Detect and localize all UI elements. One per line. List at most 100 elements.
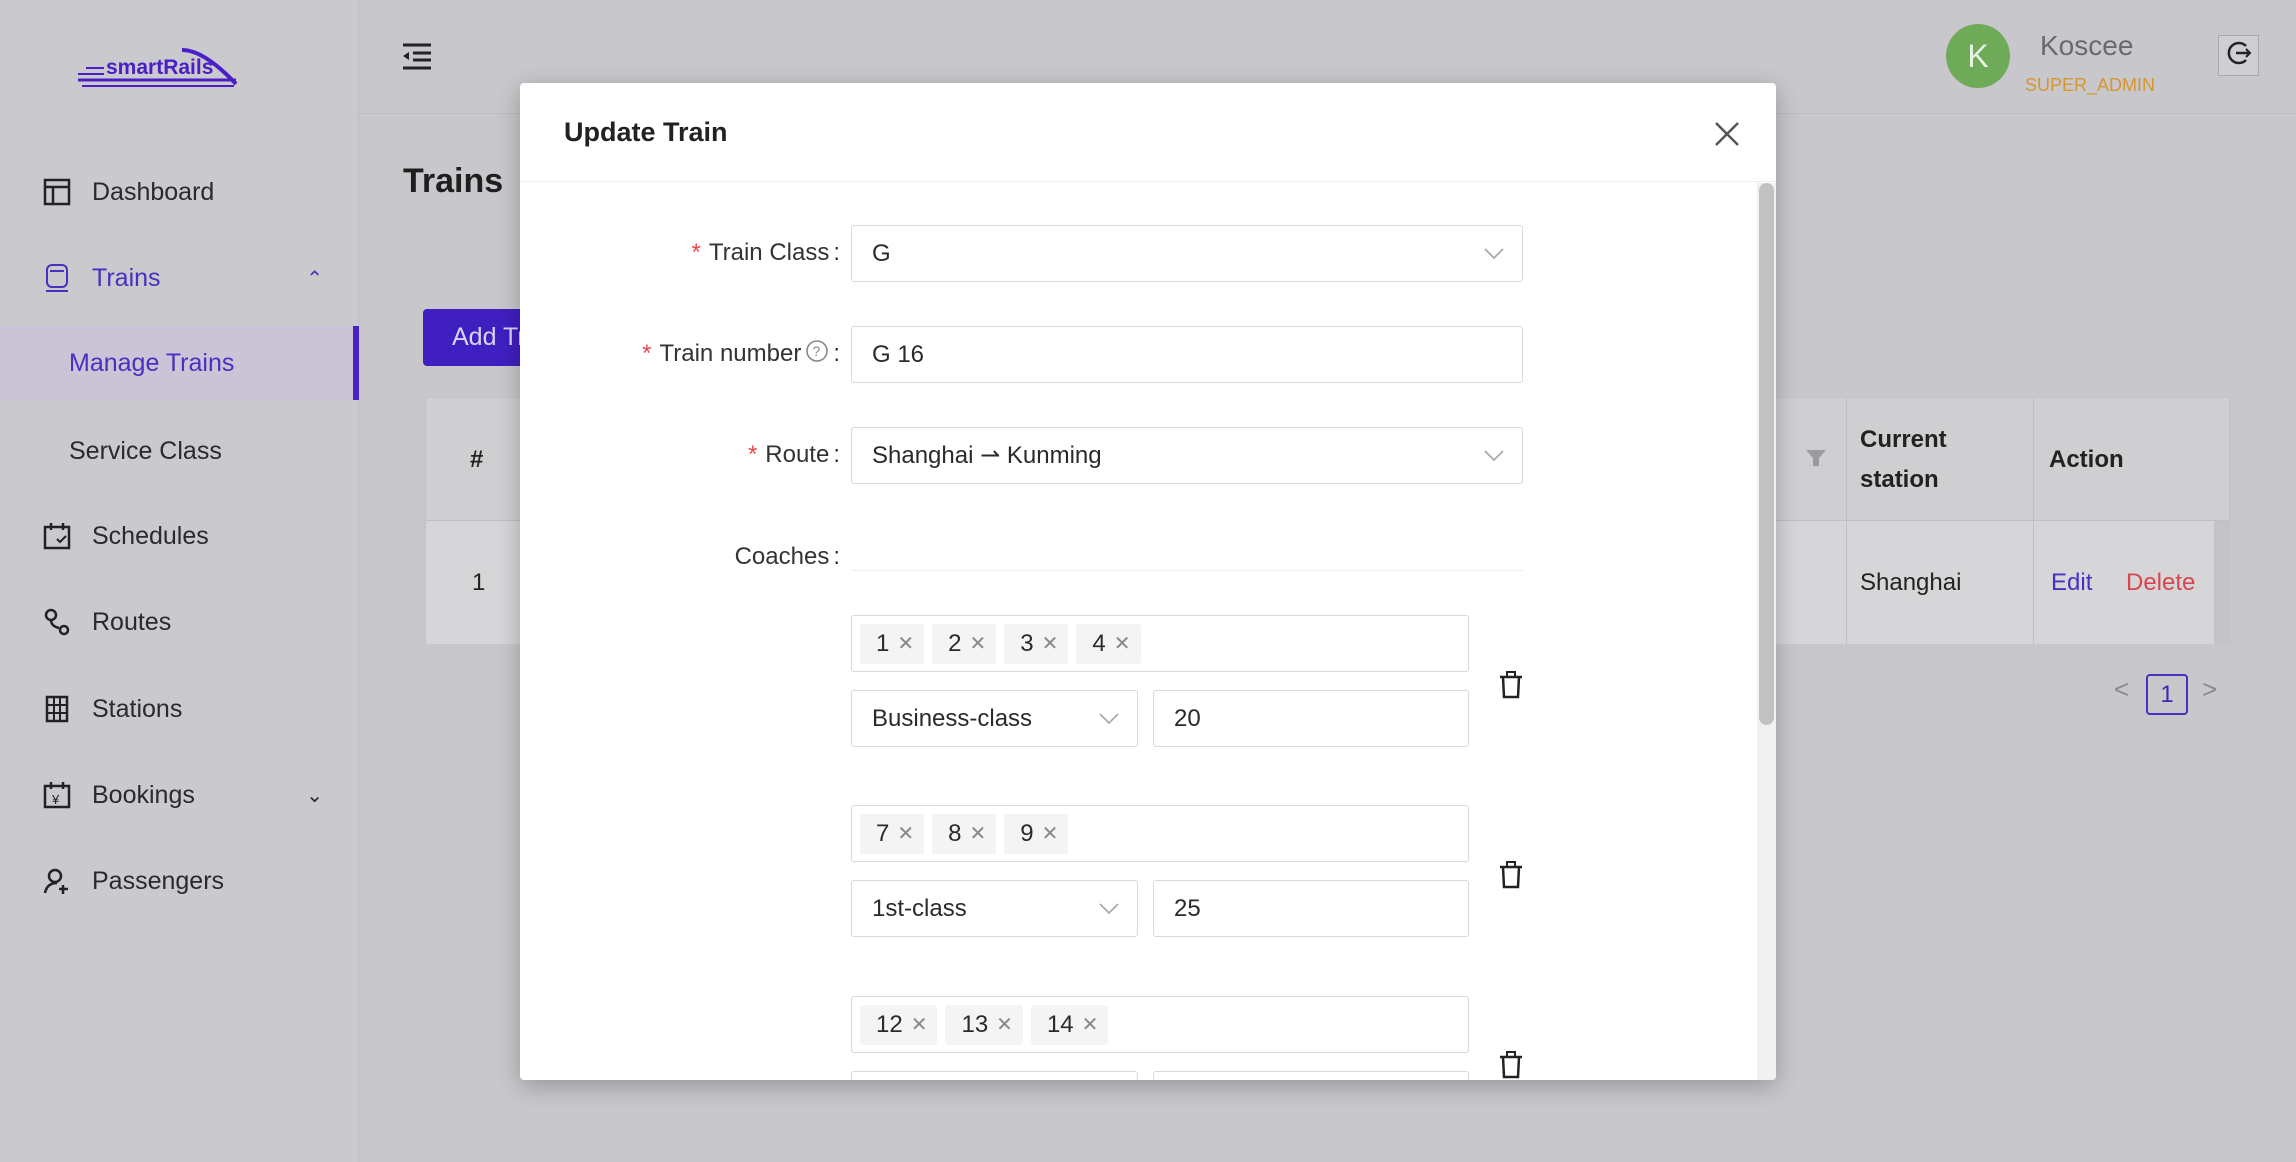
coach-tag: 8 ✕ [932,813,997,854]
train-number-label: * Train number?: [520,326,840,382]
coach-tag: 2 ✕ [932,623,997,664]
user-name: Koscee [2040,30,2134,61]
layout-icon [42,177,72,207]
remove-tag-icon[interactable]: ✕ [969,821,986,846]
sidebar-item-label: Manage Trains [69,348,235,377]
remove-tag-icon[interactable]: ✕ [1082,1012,1099,1037]
svg-text:smartRails: smartRails [106,56,213,79]
remove-tag-icon[interactable]: ✕ [911,1012,928,1037]
table-scrollbar[interactable] [2214,521,2231,644]
pagination-prev[interactable]: < [2114,674,2129,705]
calendar-yen-icon: ¥ [42,780,72,810]
modal-scrollbar-thumb[interactable] [1759,183,1774,725]
svg-text:¥: ¥ [51,792,60,807]
chevron-down-icon [1484,449,1504,461]
delete-link[interactable]: Delete [2126,521,2195,644]
train-number-input[interactable]: G 16 [851,326,1523,383]
seats-input[interactable]: 20 [1153,690,1469,747]
sidebar-item-dashboard[interactable]: Dashboard [0,155,359,229]
sidebar-item-label: Stations [92,694,183,723]
update-train-modal: Update Train * Train Class: G * Train numb… [520,83,1776,1080]
modal-title: Update Train [564,117,728,147]
divider [851,570,1523,571]
chevron-down-icon [1484,247,1504,259]
remove-tag-icon[interactable]: ✕ [1042,821,1059,846]
row-current-station: Shanghai [1860,568,1962,596]
edit-link[interactable]: Edit [2051,521,2092,644]
chevron-down-icon: ⌄ [306,784,323,807]
trash-icon[interactable] [1498,671,1524,699]
svg-text:?: ? [813,343,821,359]
sidebar-item-stations[interactable]: Stations [0,672,359,746]
trash-icon[interactable] [1498,861,1524,889]
close-icon[interactable] [1712,119,1742,149]
service-class-select[interactable]: 1st-class [851,880,1138,937]
logout-icon [2226,40,2252,71]
remove-tag-icon[interactable]: ✕ [1114,631,1131,656]
building-icon [42,694,72,724]
sidebar-item-label: Routes [92,607,172,636]
calendar-check-icon [42,521,72,551]
coach-tag: 4 ✕ [1076,623,1141,664]
coach-tag: 13 ✕ [945,1004,1023,1045]
chevron-up-icon: ⌃ [306,267,323,290]
coach-numbers-select[interactable]: 1 ✕ 2 ✕ 3 ✕ 4 ✕ [851,615,1469,672]
sidebar-item-label: Trains [92,263,161,292]
sidebar: smartRails Dashboard Trains ⌃ Manage Tra… [0,0,359,1162]
coach-numbers-select[interactable]: 12 ✕ 13 ✕ 14 ✕ [851,996,1469,1053]
remove-tag-icon[interactable]: ✕ [969,631,986,656]
remove-tag-icon[interactable]: ✕ [897,631,914,656]
train-icon [42,263,72,293]
sidebar-item-manage-trains[interactable]: Manage Trains [0,326,359,400]
sidebar-item-routes[interactable]: Routes [0,585,359,659]
sidebar-item-label: Dashboard [92,177,215,206]
logout-button[interactable] [2218,35,2259,76]
coach-tag: 3 ✕ [1004,623,1069,664]
avatar[interactable]: K [1946,24,2010,88]
remove-tag-icon[interactable]: ✕ [897,821,914,846]
logo[interactable]: smartRails [74,44,240,95]
column-index: # [470,445,484,473]
user-add-icon [42,866,72,896]
remove-tag-icon[interactable]: ✕ [996,1012,1013,1037]
service-class-select[interactable]: Business-class [851,690,1138,747]
column-action: Action [2049,445,2124,473]
sidebar-item-passengers[interactable]: Passengers [0,844,359,918]
service-class-select[interactable] [851,1071,1138,1080]
filter-icon[interactable] [1806,448,1826,468]
coach-tag: 14 ✕ [1030,1004,1109,1045]
user-role: SUPER_ADMIN [2025,75,2156,95]
sidebar-item-bookings[interactable]: ¥ Bookings ⌄ [0,758,359,832]
sidebar-item-label: Service Class [69,436,222,465]
sidebar-item-label: Passengers [92,866,225,895]
train-class-label: * Train Class: [691,239,840,266]
menu-fold-icon[interactable] [401,42,431,75]
page-title: Trains [403,162,504,200]
coach-numbers-select[interactable]: 7 ✕ 8 ✕ 9 ✕ [851,805,1469,862]
pagination-next[interactable]: > [2202,674,2217,705]
modal-header: Update Train [520,83,1776,182]
sidebar-item-label: Schedules [92,521,209,550]
trash-icon[interactable] [1498,1051,1524,1079]
row-index: 1 [472,568,486,596]
sidebar-item-schedules[interactable]: Schedules [0,499,359,573]
coach-tag: 9 ✕ [1004,813,1069,854]
sidebar-item-label: Bookings [92,780,195,809]
route-label: * Route: [747,441,840,468]
pagination-page-1[interactable]: 1 [2146,674,2188,715]
sidebar-item-service-class[interactable]: Service Class [0,414,359,488]
coach-tag: 7 ✕ [860,813,925,854]
coach-tag: 1 ✕ [860,623,925,664]
seats-input[interactable] [1153,1071,1469,1080]
route-select[interactable]: Shanghai ⇀ Kunming [851,427,1523,484]
help-icon[interactable]: ? [805,339,829,370]
coach-tag: 12 ✕ [860,1004,938,1045]
column-current-station: Current station [1860,425,1947,493]
coaches-label: Coaches: [734,543,840,570]
remove-tag-icon[interactable]: ✕ [1042,631,1059,656]
route-icon [42,607,72,637]
sidebar-item-trains[interactable]: Trains ⌃ [0,241,359,315]
seats-input[interactable]: 25 [1153,880,1469,937]
train-class-select[interactable]: G [851,225,1523,282]
chevron-down-icon [1099,712,1119,724]
